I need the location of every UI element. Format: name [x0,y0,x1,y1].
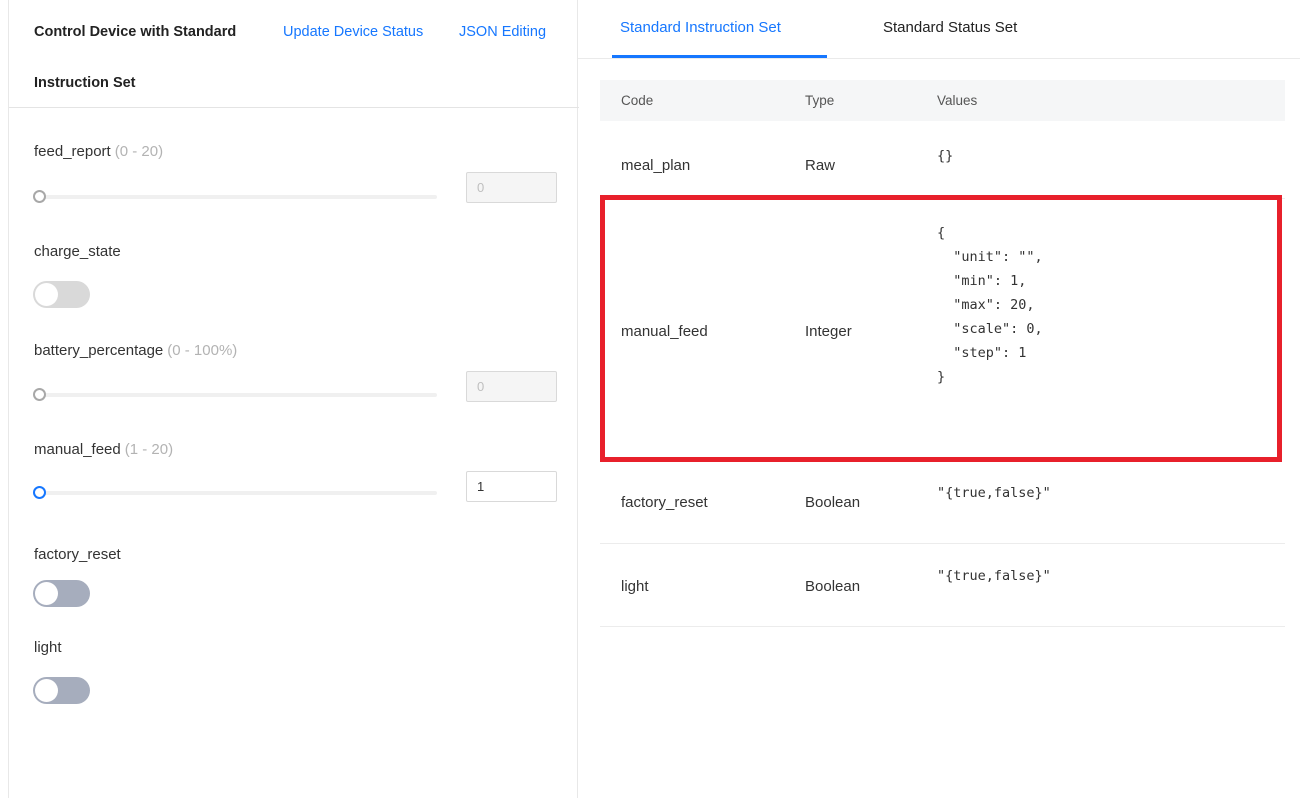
update-device-status-link[interactable]: Update Device Status [283,24,423,40]
manual-feed-slider[interactable] [33,486,437,499]
column-header-values: Values [937,93,978,108]
charge-state-toggle[interactable] [33,281,90,308]
feed-report-input[interactable]: 0 [466,172,557,203]
panel-header: Control Device with Standard Update Devi… [9,0,579,108]
column-header-code: Code [621,93,654,108]
table-row: factory_reset Boolean "{true,false}" [600,462,1285,544]
row-values: "{true,false}" [937,568,1051,584]
battery-percentage-range: (0 - 100%) [167,342,238,359]
charge-state-label: charge_state [34,243,121,260]
battery-percentage-slider[interactable] [33,388,437,401]
row-type: Boolean [805,494,861,511]
tab-standard-status-set[interactable]: Standard Status Set [883,19,1017,36]
row-values: {} [937,148,954,164]
manual-feed-range: (1 - 20) [124,441,174,458]
battery-percentage-label: battery_percentage (0 - 100%) [34,342,237,359]
table-header: Code Type Values [600,80,1285,121]
feed-report-range: (0 - 20) [114,143,164,160]
toggle-knob [35,582,58,605]
toggle-knob [35,283,58,306]
standard-sets-panel: Standard Instruction Set Standard Status… [578,0,1300,798]
panel-title-continued: Instruction Set [34,75,136,91]
row-code: manual_feed [621,323,708,340]
table-row: manual_feed Integer { "unit": "", "min":… [600,199,1285,460]
row-type: Raw [805,157,836,174]
row-type: Boolean [805,578,861,595]
battery-percentage-name: battery_percentage [34,342,164,359]
tab-standard-instruction-set[interactable]: Standard Instruction Set [620,19,781,36]
slider-handle[interactable] [33,388,46,401]
feed-report-name: feed_report [34,143,111,160]
slider-track [39,195,437,199]
toggle-knob [35,679,58,702]
device-control-panel: Control Device with Standard Update Devi… [8,0,579,798]
column-header-type: Type [805,93,835,108]
light-label: light [34,639,62,656]
manual-feed-label: manual_feed (1 - 20) [34,441,173,458]
row-type: Integer [805,323,852,340]
tab-bar: Standard Instruction Set Standard Status… [578,0,1300,59]
row-code: meal_plan [621,157,691,174]
slider-track [39,491,437,495]
factory-reset-toggle[interactable] [33,580,90,607]
slider-handle[interactable] [33,486,46,499]
table-row: meal_plan Raw {} [600,121,1285,199]
slider-track [39,393,437,397]
light-toggle[interactable] [33,677,90,704]
row-code: light [621,578,649,595]
manual-feed-name: manual_feed [34,441,121,458]
feed-report-slider[interactable] [33,190,437,203]
row-values: { "unit": "", "min": 1, "max": 20, "scal… [937,225,1043,385]
table-row: light Boolean "{true,false}" [600,544,1285,627]
feed-report-label: feed_report (0 - 20) [34,143,163,160]
panel-title: Control Device with Standard [34,24,237,40]
row-code: factory_reset [621,494,708,511]
battery-percentage-input[interactable]: 0 [466,371,557,402]
manual-feed-input[interactable]: 1 [466,471,557,502]
json-editing-link[interactable]: JSON Editing [459,24,546,40]
factory-reset-label: factory_reset [34,546,121,563]
row-values: "{true,false}" [937,485,1051,501]
active-tab-indicator [612,55,827,58]
slider-handle[interactable] [33,190,46,203]
